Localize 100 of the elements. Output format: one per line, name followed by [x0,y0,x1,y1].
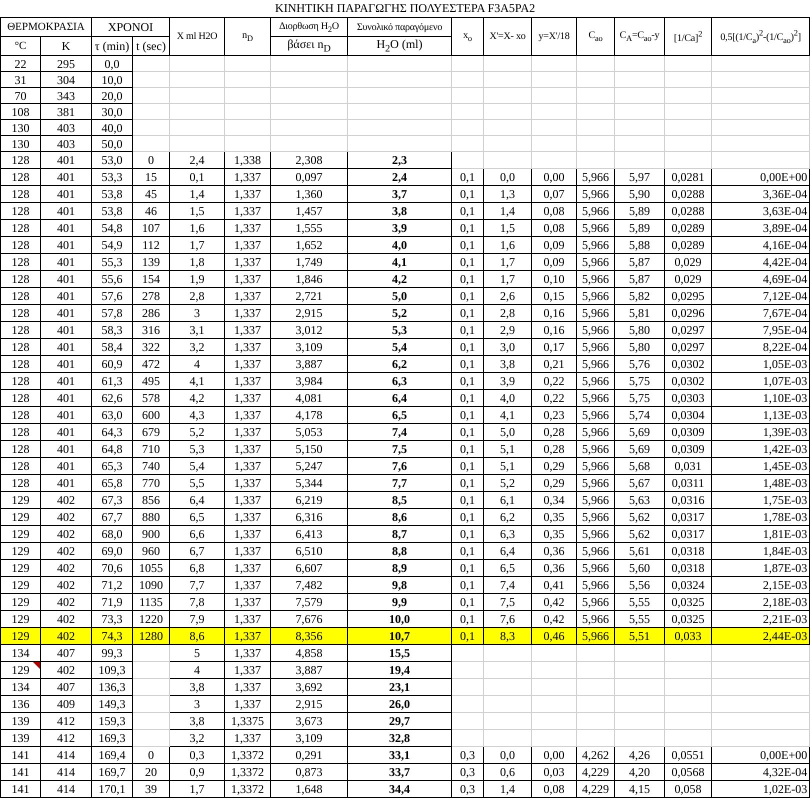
table-cell: 0,1 [452,203,484,220]
table-cell: 5,89 [615,220,665,237]
table-cell: 7,7 [348,475,452,492]
table-cell: 3,2 [170,730,225,747]
table-cell: 0 [133,152,170,169]
table-cell: 1,48E-03 [712,475,810,492]
table-cell: 128 [0,237,41,254]
table-cell: 1,360 [271,186,348,203]
table-cell: 4,1 [170,373,225,390]
table-cell: 0,9 [170,764,225,781]
table-cell: 0,34 [532,492,577,509]
table-cell: 0,0318 [665,543,712,560]
table-cell: 149,3 [92,696,133,713]
table-cell: 71,2 [92,577,133,594]
table-cell: 10,0 [92,72,133,88]
table-cell: 0,23 [532,407,577,424]
table-cell: 5,966 [577,492,615,509]
table-cell: 0,00E+00 [712,169,810,186]
table-cell: 109,3 [92,662,133,679]
table-cell: 1,3372 [225,764,271,781]
table-cell: 5,61 [615,543,665,560]
table-cell: 5,966 [577,526,615,543]
table-cell: 401 [41,271,92,288]
table-cell: 0,16 [532,322,577,339]
table-cell: 6,2 [484,509,532,526]
table-cell: 5,966 [577,475,615,492]
table-cell: 304 [41,72,92,88]
table-cell: 50,0 [92,136,133,152]
table-cell: 0,08 [532,203,577,220]
table-cell: 1,7 [170,237,225,254]
table-cell: 401 [41,407,92,424]
table-cell: 0,097 [271,169,348,186]
table-cell: 0,1 [452,254,484,271]
table-cell: 0,873 [271,764,348,781]
table-cell: 3 [170,696,225,713]
table-cell: 4,2 [170,390,225,407]
table-cell: 5,966 [577,577,615,594]
table-cell: 33,7 [348,764,452,781]
table-cell: 1,337 [225,322,271,339]
table-cell: 5,62 [615,509,665,526]
column-header: Συνολικό παραγόμενο [348,18,452,37]
table-cell: 5,966 [577,628,615,645]
table-cell: 1,337 [225,220,271,237]
table-cell: 5,80 [615,339,665,356]
table-cell: 5,966 [577,441,615,458]
table-cell: 5,966 [577,458,615,475]
table-cell: 1,337 [225,492,271,509]
table-cell: 2,9 [484,322,532,339]
table-cell: 5,966 [577,169,615,186]
table-cell: 53,3 [92,169,133,186]
table-cell: 0,10 [532,271,577,288]
table-cell: 3,887 [271,356,348,373]
table-cell: 107 [133,220,170,237]
table-cell: 6,2 [348,356,452,373]
table-cell: 1,6 [170,220,225,237]
table-cell: 39 [133,781,170,798]
table-cell: 5,87 [615,254,665,271]
table-cell: 4,229 [577,764,615,781]
column-header: [1/Ca]$^{2}$ [665,18,712,56]
table-cell: 1,3 [484,186,532,203]
table-cell: 57,6 [92,288,133,305]
table-cell: 6,7 [170,543,225,560]
table-cell: 0,3 [452,781,484,798]
table-cell: 1055 [133,560,170,577]
table-cell: 1,337 [225,475,271,492]
table-cell: 1,337 [225,679,271,696]
table-cell: 1,81E-03 [712,526,810,543]
table-cell: 19,4 [348,662,452,679]
table-cell: 1,337 [225,662,271,679]
table-cell: 1135 [133,594,170,611]
table-cell: 1,13E-03 [712,407,810,424]
table-cell: 1,337 [225,441,271,458]
table-cell: 1,3375 [225,713,271,730]
table-cell: 6,607 [271,560,348,577]
table-cell: 900 [133,526,170,543]
table-cell: 26,0 [348,696,452,713]
table-cell: 3,984 [271,373,348,390]
table-cell: 136,3 [92,679,133,696]
table-cell: 5,966 [577,390,615,407]
table-cell: 129 [0,543,41,560]
table-cell: 67,3 [92,492,133,509]
table-cell: 57,8 [92,305,133,322]
table-cell: 154 [133,271,170,288]
table-cell: 3,1 [170,322,225,339]
column-group-header: ΘΕΡΜΟΚΡΑΣΙΑ [0,18,92,37]
table-cell: 401 [41,458,92,475]
table-cell: 0,1 [452,577,484,594]
table-cell: 0,1 [452,458,484,475]
table-cell: 2,18E-03 [712,594,810,611]
table-cell: 70 [0,88,41,104]
table-cell: 1090 [133,577,170,594]
table-cell: 128 [0,339,41,356]
table-cell: 46 [133,203,170,220]
table-cell: 401 [41,339,92,356]
table-cell: 6,4 [348,390,452,407]
table-cell: 1,45E-03 [712,458,810,475]
table-cell: 5,51 [615,628,665,645]
table-cell: 40,0 [92,120,133,136]
table-cell: 401 [41,220,92,237]
table-cell: 402 [41,492,92,509]
